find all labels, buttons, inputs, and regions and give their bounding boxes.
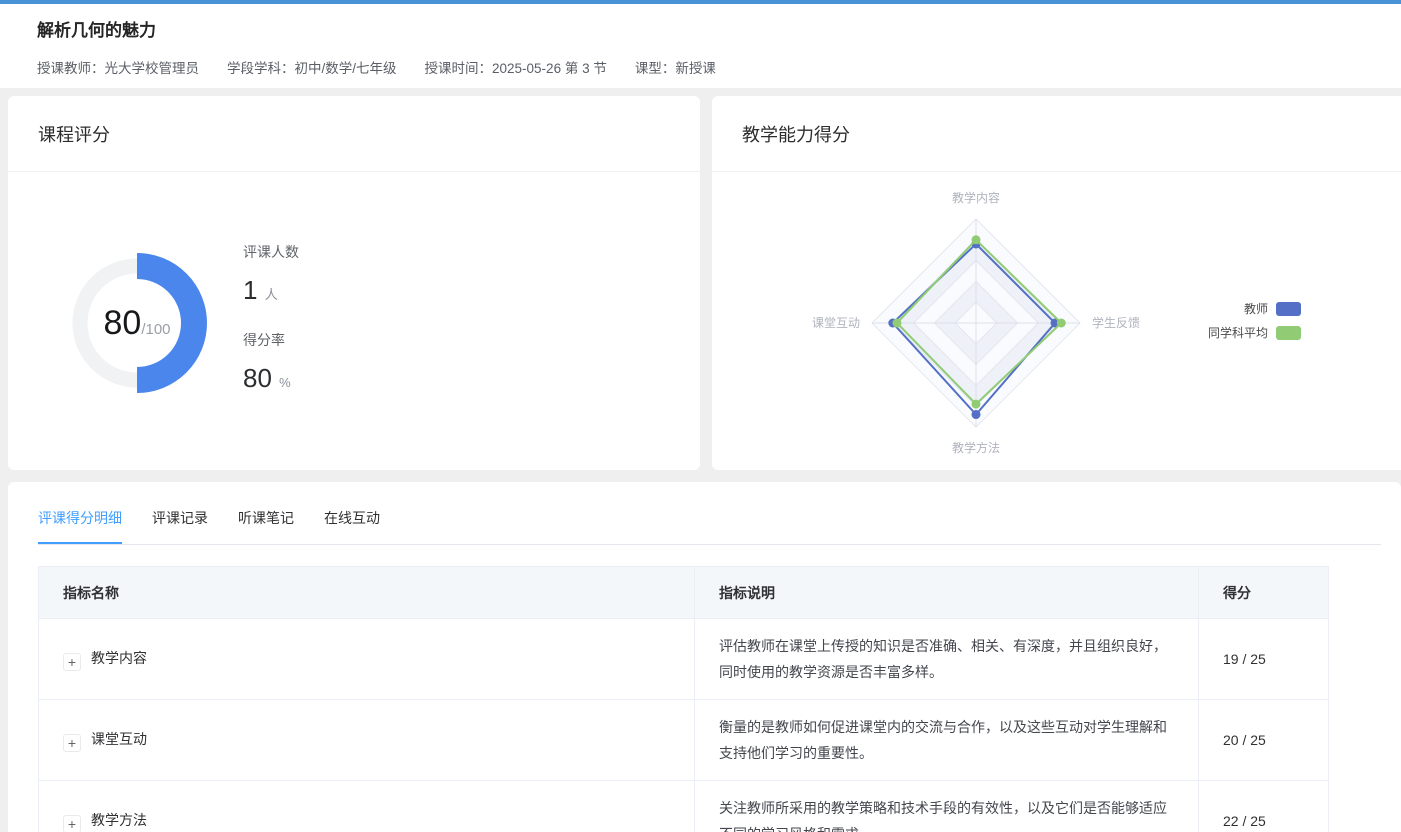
summary-cards-row: 课程评分 80 /100 评课人数 1 人得分率 80 % 教学能力得分 教学内容学… <box>8 96 1401 470</box>
score-stats: 评课人数 1 人得分率 80 % <box>243 242 299 394</box>
column-header-indicator-name: 指标名称 <box>39 567 695 619</box>
radar-data-point <box>892 319 901 328</box>
expand-row-icon[interactable]: + <box>63 734 81 752</box>
column-header-indicator-desc: 指标说明 <box>695 567 1199 619</box>
indicator-name: 教学内容 <box>91 650 147 666</box>
stat-value: 1 人 <box>243 275 299 306</box>
stat-label: 得分率 <box>243 330 299 350</box>
indicator-description: 衡量的是教师如何促进课堂内的交流与合作，以及这些互动对学生理解和支持他们学习的重… <box>695 700 1199 781</box>
radar-indicator-label: 教学内容 <box>952 190 1000 205</box>
radar-data-point <box>972 410 981 419</box>
radar-legend-item[interactable]: 同学科平均 <box>1208 324 1301 341</box>
stat-unit: 人 <box>265 287 278 302</box>
table-row: + 教学方法 关注教师所采用的教学策略和技术手段的有效性，以及它们是否能够适应不同的… <box>39 781 1329 832</box>
page-title: 解析几何的魅力 <box>37 16 1401 41</box>
course-meta-row: 授课教师：光大学校管理员 学段学科：初中/数学/七年级 授课时间：2025-05-2… <box>37 57 1401 77</box>
donut-center-label: 80 /100 <box>57 243 217 403</box>
course-meta-item: 授课教师：光大学校管理员 <box>37 57 199 77</box>
stat-unit: % <box>279 375 291 390</box>
expand-row-icon[interactable]: + <box>63 653 81 671</box>
stat-label: 评课人数 <box>243 242 299 262</box>
radar-indicator-label: 课堂互动 <box>812 316 860 330</box>
indicator-score: 19 / 25 <box>1199 619 1329 700</box>
teaching-ability-title: 教学能力得分 <box>742 125 850 145</box>
detail-panel: 评课得分明细评课记录听课笔记在线互动 指标名称 指标说明 得分 + 教学内容 评估教… <box>8 482 1401 832</box>
course-score-donut: 80 /100 <box>57 243 217 403</box>
tab-在线互动[interactable]: 在线互动 <box>324 508 380 544</box>
legend-series-name: 同学科平均 <box>1208 324 1268 341</box>
legend-color-marker <box>1276 326 1301 340</box>
radar-legend-item[interactable]: 教师 <box>1244 300 1301 317</box>
indicator-name: 课堂互动 <box>91 731 147 747</box>
tab-评课记录[interactable]: 评课记录 <box>152 508 208 544</box>
course-score-title: 课程评分 <box>38 125 110 145</box>
radar-indicator-label: 教学方法 <box>952 440 1000 455</box>
legend-series-name: 教师 <box>1244 300 1268 317</box>
indicator-score: 22 / 25 <box>1199 781 1329 832</box>
tab-听课笔记[interactable]: 听课笔记 <box>238 508 294 544</box>
indicator-description: 评估教师在课堂上传授的知识是否准确、相关、有深度，并且组织良好，同时使用的教学资… <box>695 619 1199 700</box>
radar-data-point <box>1057 319 1066 328</box>
donut-score-max: /100 <box>141 321 170 338</box>
donut-score-value: 80 <box>103 304 141 343</box>
course-score-card-header: 课程评分 <box>8 96 700 172</box>
radar-indicator-label: 学生反馈 <box>1092 315 1140 330</box>
detail-tabs: 评课得分明细评课记录听课笔记在线互动 <box>38 482 1381 545</box>
expand-row-icon[interactable]: + <box>63 815 81 832</box>
score-detail-table: 指标名称 指标说明 得分 + 教学内容 评估教师在课堂上传授的知识是否准确、相关、有… <box>38 566 1329 832</box>
indicator-name: 教学方法 <box>91 812 147 828</box>
course-header: 解析几何的魅力 授课教师：光大学校管理员 学段学科：初中/数学/七年级 授课时间：2… <box>0 4 1401 88</box>
table-header-row: 指标名称 指标说明 得分 <box>39 567 1329 619</box>
table-row: + 课堂互动 衡量的是教师如何促进课堂内的交流与合作，以及这些互动对学生理解和支持他… <box>39 700 1329 781</box>
column-header-score: 得分 <box>1199 567 1329 619</box>
radar-data-point <box>972 400 981 409</box>
table-row: + 教学内容 评估教师在课堂上传授的知识是否准确、相关、有深度，并且组织良好，同时使… <box>39 619 1329 700</box>
tab-评课得分明细[interactable]: 评课得分明细 <box>38 508 122 544</box>
radar-legend: 教师同学科平均 <box>1208 300 1301 341</box>
course-meta-item: 学段学科：初中/数学/七年级 <box>227 57 397 77</box>
course-score-card: 课程评分 80 /100 评课人数 1 人得分率 80 % <box>8 96 700 470</box>
course-meta-item: 授课时间：2025-05-26 第 3 节 <box>425 57 607 77</box>
radar-data-point <box>972 235 981 244</box>
indicator-description: 关注教师所采用的教学策略和技术手段的有效性，以及它们是否能够适应不同的学习风格和… <box>695 781 1199 832</box>
stat-value: 80 % <box>243 363 299 394</box>
legend-color-marker <box>1276 302 1301 316</box>
course-meta-item: 课型：新授课 <box>635 57 716 77</box>
teaching-ability-card: 教学能力得分 教学内容学生反馈教学方法 课堂互动 教师同学科平均 <box>712 96 1401 470</box>
teaching-ability-card-header: 教学能力得分 <box>712 96 1401 172</box>
indicator-score: 20 / 25 <box>1199 700 1329 781</box>
